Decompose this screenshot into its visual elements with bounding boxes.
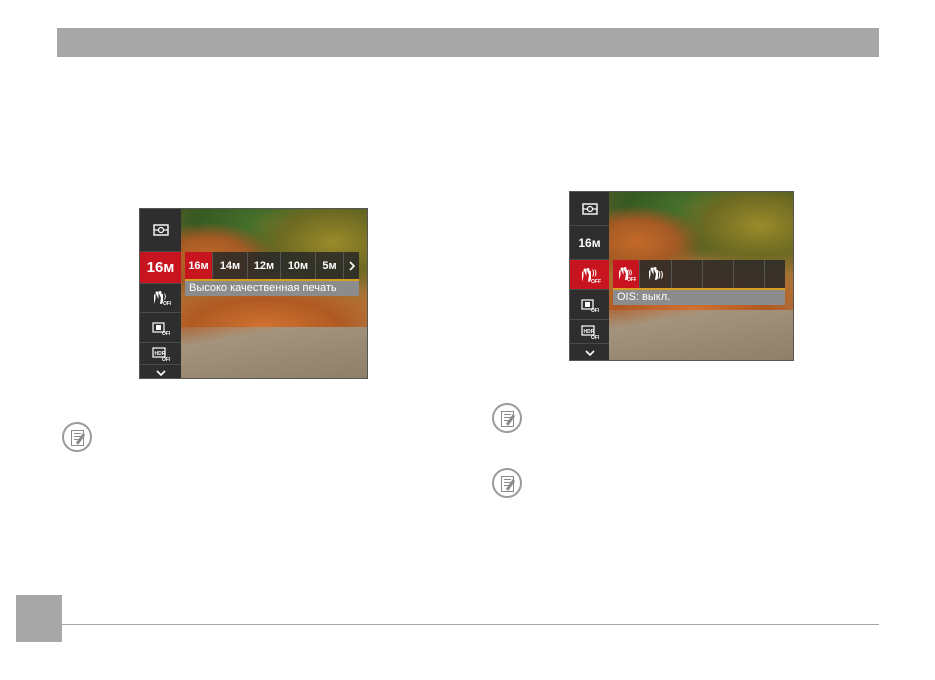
- svg-text:OFF: OFF: [162, 331, 170, 335]
- option-5m[interactable]: 5м: [316, 252, 344, 280]
- ois-on-icon: )): [648, 267, 664, 280]
- option-empty-slot: [765, 260, 785, 288]
- sidebar-item-ois[interactable]: ) OFF: [140, 284, 181, 313]
- sidebar-scroll-down[interactable]: [570, 344, 609, 360]
- chevron-down-icon: [584, 350, 595, 356]
- sidebar-item-image-size[interactable]: 16м: [140, 252, 181, 284]
- svg-text:OFF: OFF: [627, 277, 636, 282]
- page-number-box: [16, 595, 62, 642]
- sidebar-item-hdr[interactable]: HDR OFF: [140, 343, 181, 365]
- menu-sidebar: 16м )) OFF OFF HDR OFF: [570, 192, 609, 360]
- hdr-icon: HDR OFF: [151, 346, 170, 361]
- image-size-label: 16м: [578, 235, 601, 250]
- svg-text:OFF: OFF: [591, 279, 601, 284]
- option-caption: Высоко качественная печать: [185, 281, 359, 296]
- option-empty-slot: [734, 260, 765, 288]
- option-empty-slot: [703, 260, 734, 288]
- footer-rule: [62, 624, 879, 625]
- option-16m[interactable]: 16м: [185, 252, 213, 280]
- sidebar-item-image-size[interactable]: 16м: [570, 226, 609, 260]
- svg-text:)): )): [592, 270, 597, 277]
- svg-text:)): )): [628, 270, 632, 276]
- sidebar-scroll-down[interactable]: [140, 365, 181, 378]
- continuous-af-icon: OFF: [151, 321, 170, 335]
- chevron-right-icon: [348, 261, 355, 271]
- sidebar-item-metering[interactable]: [570, 192, 609, 226]
- image-size-options: 16м 14м 12м 10м 5м: [185, 252, 359, 280]
- svg-text:OFF: OFF: [591, 335, 599, 339]
- option-ois-on[interactable]: )): [640, 260, 672, 288]
- hdr-icon: HDR OFF: [580, 324, 599, 339]
- svg-text:OFF: OFF: [163, 301, 171, 306]
- svg-text:OFF: OFF: [591, 308, 599, 312]
- sidebar-item-ois[interactable]: )) OFF: [570, 260, 609, 290]
- option-empty-slot: [672, 260, 703, 288]
- menu-sidebar: 16м ) OFF OFF HDR OFF: [140, 209, 181, 378]
- note-icon: [492, 403, 522, 433]
- ois-icon: ) OFF: [153, 291, 171, 306]
- ois-off-icon: )) OFF: [619, 267, 636, 282]
- sidebar-item-continuous-af[interactable]: OFF: [140, 313, 181, 343]
- section-header-bar: [57, 28, 879, 57]
- metering-icon: [581, 202, 598, 215]
- note-icon: [62, 422, 92, 452]
- option-14m[interactable]: 14м: [213, 252, 248, 280]
- svg-text:OFF: OFF: [162, 357, 170, 361]
- option-10m[interactable]: 10м: [281, 252, 316, 280]
- option-12m[interactable]: 12м: [248, 252, 281, 280]
- options-next-button[interactable]: [344, 252, 359, 280]
- camera-screen-ois: 16м )) OFF OFF HDR OFF: [569, 191, 794, 361]
- svg-text:)): )): [658, 270, 664, 279]
- option-caption: OIS: выкл.: [613, 290, 785, 305]
- svg-text:): ): [164, 294, 166, 300]
- ois-off-icon: )) OFF: [581, 267, 601, 284]
- note-icon: [492, 468, 522, 498]
- sidebar-item-hdr[interactable]: HDR OFF: [570, 320, 609, 344]
- image-size-label: 16м: [146, 259, 175, 276]
- option-ois-off[interactable]: )) OFF: [613, 260, 640, 288]
- ois-options: )) OFF )): [613, 260, 785, 288]
- camera-screen-image-size: 16м ) OFF OFF HDR OFF: [139, 208, 368, 379]
- metering-icon: [152, 224, 169, 236]
- continuous-af-icon: OFF: [580, 298, 599, 312]
- sidebar-item-continuous-af[interactable]: OFF: [570, 290, 609, 320]
- sidebar-item-metering[interactable]: [140, 209, 181, 252]
- chevron-down-icon: [155, 369, 166, 376]
